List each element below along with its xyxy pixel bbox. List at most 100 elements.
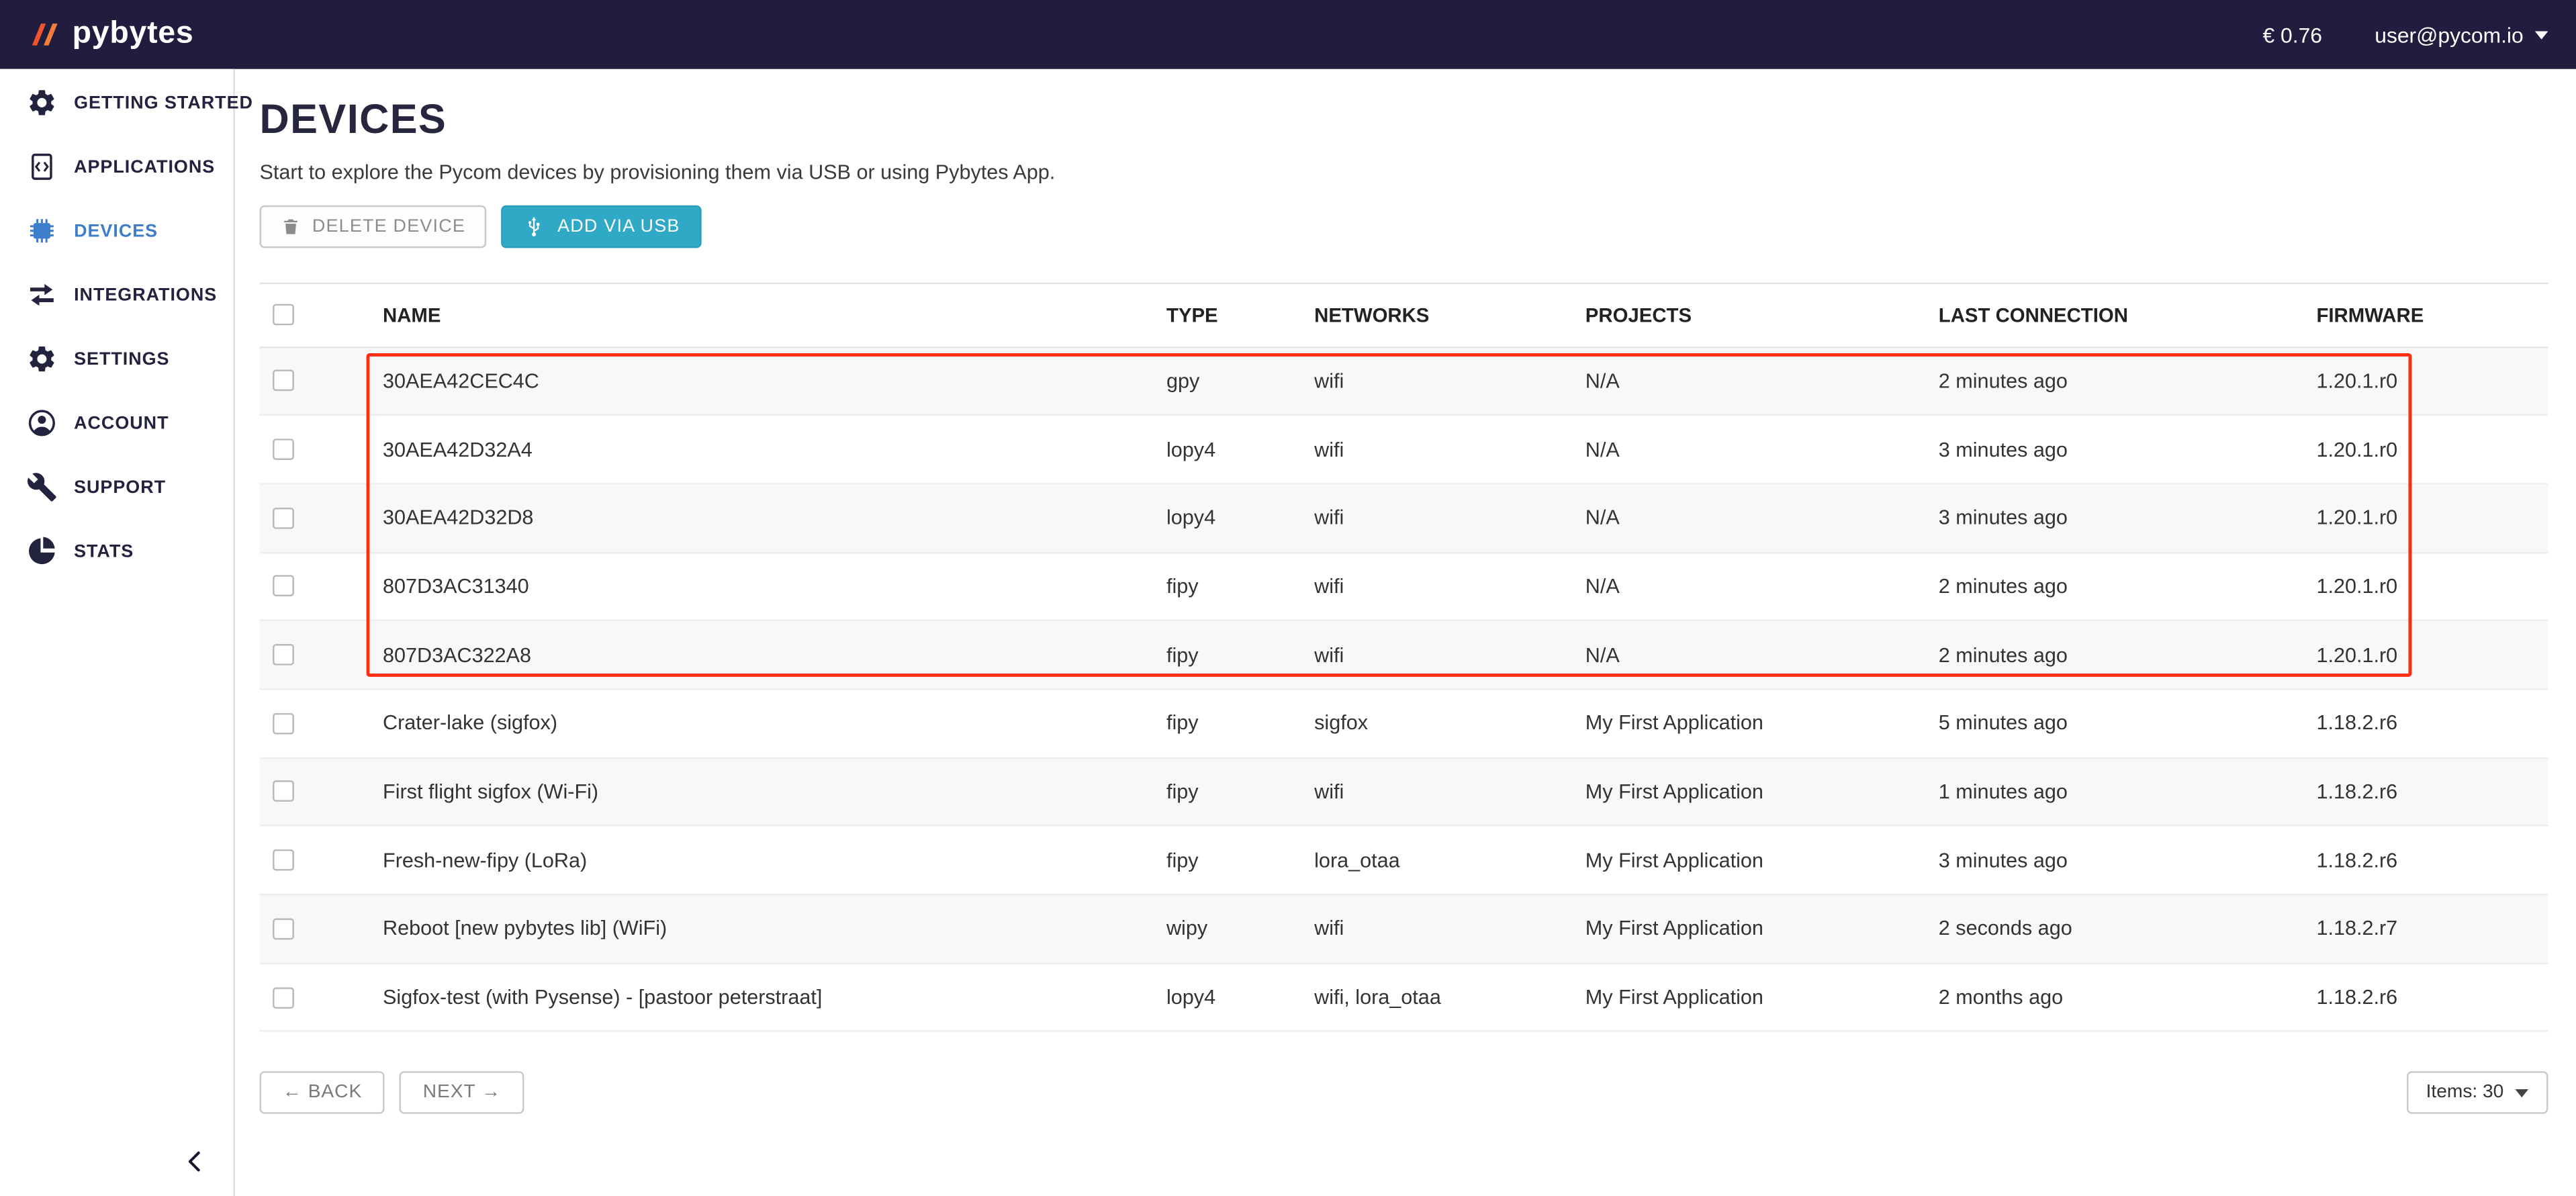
table-row[interactable]: Reboot [new pybytes lib] (WiFi) wipy wif… — [260, 895, 2548, 964]
device-projects-cell: N/A — [1585, 575, 1939, 598]
row-checkbox-cell — [260, 370, 383, 392]
table-row[interactable]: 30AEA42D32A4 lopy4 wifi N/A 3 minutes ag… — [260, 416, 2548, 484]
device-name-cell: 807D3AC31340 — [383, 575, 1166, 598]
device-name-cell: Fresh-new-fipy (LoRa) — [383, 849, 1166, 872]
device-name-cell: 30AEA42D32A4 — [383, 438, 1166, 461]
sidebar-item-label: GETTING STARTED — [74, 93, 253, 112]
sidebar-item-integrations[interactable]: INTEGRATIONS — [0, 263, 233, 326]
next-button[interactable]: NEXT → — [400, 1072, 524, 1115]
topbar-right: € 0.76 user@pycom.io — [2263, 22, 2548, 47]
row-checkbox[interactable] — [273, 712, 294, 734]
items-per-page-select[interactable]: Items: 30 — [2406, 1072, 2548, 1115]
row-checkbox-cell — [260, 644, 383, 665]
device-firmware-cell: 1.18.2.r6 — [2316, 849, 2548, 872]
device-name-cell: 30AEA42CEC4C — [383, 369, 1166, 392]
device-networks-cell: wifi — [1314, 506, 1585, 529]
column-header-type: TYPE — [1166, 303, 1314, 326]
sidebar-collapse-button[interactable] — [177, 1144, 214, 1180]
sidebar-item-settings[interactable]: SETTINGS — [0, 327, 233, 391]
device-networks-cell: sigfox — [1314, 712, 1585, 735]
device-last-connection-cell: 5 minutes ago — [1939, 712, 2317, 735]
select-all-cell — [260, 304, 383, 326]
device-projects-cell: My First Application — [1585, 986, 1939, 1009]
user-menu[interactable]: user@pycom.io — [2375, 22, 2548, 47]
row-checkbox[interactable] — [273, 507, 294, 528]
chevron-left-icon — [181, 1147, 210, 1177]
table-row[interactable]: 807D3AC322A8 fipy wifi N/A 2 minutes ago… — [260, 621, 2548, 690]
device-projects-cell: N/A — [1585, 369, 1939, 392]
gear-icon — [26, 343, 57, 374]
app-window: pybytes € 0.76 user@pycom.io GETTING STA… — [0, 0, 2576, 1196]
device-last-connection-cell: 3 minutes ago — [1939, 849, 2317, 872]
row-checkbox[interactable] — [273, 576, 294, 597]
device-networks-cell: wifi, lora_otaa — [1314, 986, 1585, 1009]
device-last-connection-cell: 3 minutes ago — [1939, 438, 2317, 461]
items-per-page-label: Items: 30 — [2426, 1083, 2504, 1103]
column-header-name: NAME — [383, 303, 1166, 326]
pagination: ← BACK NEXT → Items: 30 — [260, 1072, 2548, 1115]
sidebar-item-account[interactable]: ACCOUNT — [0, 391, 233, 455]
row-checkbox[interactable] — [273, 439, 294, 460]
row-checkbox[interactable] — [273, 918, 294, 939]
gear-icon — [26, 87, 57, 118]
table-row[interactable]: Fresh-new-fipy (LoRa) fipy lora_otaa My … — [260, 827, 2548, 895]
device-name-cell: Reboot [new pybytes lib] (WiFi) — [383, 917, 1166, 940]
table-row[interactable]: 30AEA42D32D8 lopy4 wifi N/A 3 minutes ag… — [260, 484, 2548, 553]
device-last-connection-cell: 3 minutes ago — [1939, 506, 2317, 529]
device-firmware-cell: 1.18.2.r6 — [2316, 780, 2548, 803]
sidebar-item-devices[interactable]: DEVICES — [0, 199, 233, 263]
usb-icon — [523, 214, 546, 237]
device-firmware-cell: 1.20.1.r0 — [2316, 643, 2548, 666]
table-row[interactable]: 30AEA42CEC4C gpy wifi N/A 2 minutes ago … — [260, 347, 2548, 416]
device-projects-cell: My First Application — [1585, 849, 1939, 872]
add-via-usb-button[interactable]: ADD VIA USB — [502, 205, 701, 248]
device-networks-cell: wifi — [1314, 917, 1585, 940]
device-name-cell: Sigfox-test (with Pysense) - [pastoor pe… — [383, 986, 1166, 1009]
table-row[interactable]: 807D3AC31340 fipy wifi N/A 2 minutes ago… — [260, 553, 2548, 621]
sidebar-item-applications[interactable]: APPLICATIONS — [0, 135, 233, 199]
table-header-row: NAME TYPE NETWORKS PROJECTS LAST CONNECT… — [260, 282, 2548, 348]
table-row[interactable]: First flight sigfox (Wi-Fi) fipy wifi My… — [260, 758, 2548, 827]
back-button[interactable]: ← BACK — [260, 1072, 385, 1115]
device-type-cell: fipy — [1166, 575, 1314, 598]
row-checkbox-cell — [260, 712, 383, 734]
device-last-connection-cell: 1 minutes ago — [1939, 780, 2317, 803]
row-checkbox[interactable] — [273, 644, 294, 665]
sidebar-item-support[interactable]: SUPPORT — [0, 455, 233, 519]
add-via-usb-label: ADD VIA USB — [557, 216, 680, 236]
device-firmware-cell: 1.18.2.r6 — [2316, 986, 2548, 1009]
sidebar-item-label: INTEGRATIONS — [74, 285, 217, 304]
row-checkbox[interactable] — [273, 849, 294, 871]
device-networks-cell: wifi — [1314, 369, 1585, 392]
topbar: pybytes € 0.76 user@pycom.io — [0, 0, 2576, 69]
device-networks-cell: lora_otaa — [1314, 849, 1585, 872]
sidebar-item-stats[interactable]: STATS — [0, 519, 233, 583]
delete-device-button[interactable]: DELETE DEVICE — [260, 205, 487, 248]
row-checkbox[interactable] — [273, 781, 294, 802]
devices-table: NAME TYPE NETWORKS PROJECTS LAST CONNECT… — [260, 282, 2548, 1033]
pie-chart-icon — [26, 536, 57, 567]
sidebar: GETTING STARTED APPLICATIONS DEVICES INT… — [0, 69, 235, 1196]
main-content: DEVICES Start to explore the Pycom devic… — [235, 69, 2576, 1196]
device-type-cell: gpy — [1166, 369, 1314, 392]
device-projects-cell: N/A — [1585, 643, 1939, 666]
pagination-buttons: ← BACK NEXT → — [260, 1072, 524, 1115]
device-name-cell: Crater-lake (sigfox) — [383, 712, 1166, 735]
device-last-connection-cell: 2 seconds ago — [1939, 917, 2317, 940]
device-type-cell: fipy — [1166, 643, 1314, 666]
sidebar-item-label: ACCOUNT — [74, 413, 169, 432]
device-last-connection-cell: 2 minutes ago — [1939, 575, 2317, 598]
table-row[interactable]: Sigfox-test (with Pysense) - [pastoor pe… — [260, 964, 2548, 1032]
select-all-checkbox[interactable] — [273, 304, 294, 326]
device-table-body: 30AEA42CEC4C gpy wifi N/A 2 minutes ago … — [260, 347, 2548, 1032]
row-checkbox-cell — [260, 507, 383, 528]
row-checkbox-cell — [260, 849, 383, 871]
row-checkbox[interactable] — [273, 986, 294, 1008]
sidebar-item-getting-started[interactable]: GETTING STARTED — [0, 71, 233, 134]
row-checkbox[interactable] — [273, 370, 294, 392]
column-header-last-connection: LAST CONNECTION — [1939, 303, 2317, 326]
device-name-cell: 30AEA42D32D8 — [383, 506, 1166, 529]
device-firmware-cell: 1.18.2.r6 — [2316, 712, 2548, 735]
device-projects-cell: My First Application — [1585, 917, 1939, 940]
table-row[interactable]: Crater-lake (sigfox) fipy sigfox My Firs… — [260, 690, 2548, 758]
